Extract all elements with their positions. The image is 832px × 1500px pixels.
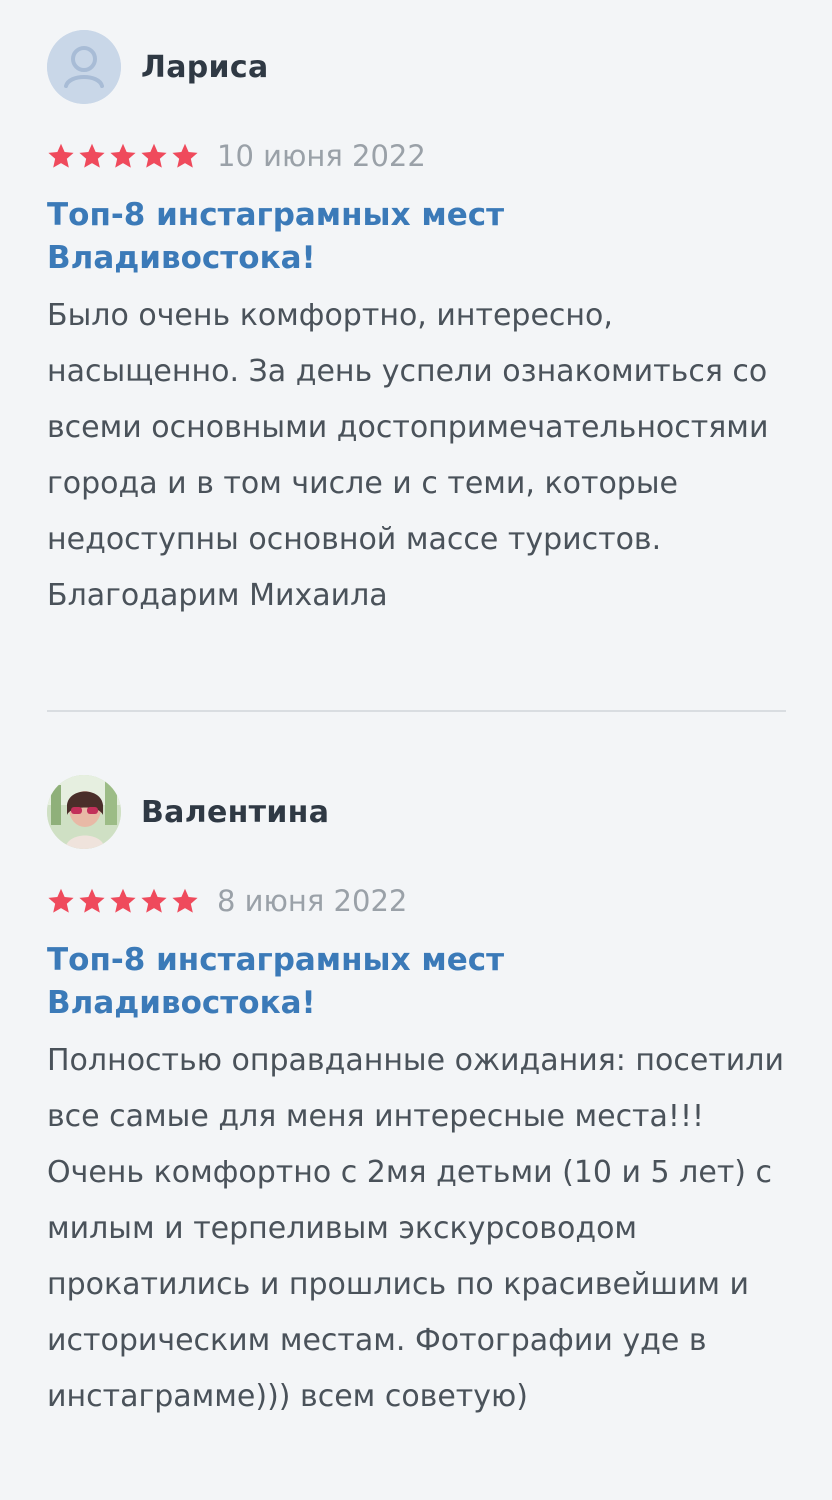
tour-title-link[interactable]: Топ-8 инстаграмных мест Владивостока! bbox=[47, 939, 607, 1025]
star-icon bbox=[172, 888, 198, 913]
reviewer-name[interactable]: Валентина bbox=[141, 795, 329, 830]
reviewer-name[interactable]: Лариса bbox=[141, 50, 268, 85]
review-meta: 10 июня 2022 bbox=[47, 138, 787, 174]
rating-stars bbox=[47, 142, 199, 170]
tour-title-link[interactable]: Топ-8 инстаграмных мест Владивостока! bbox=[47, 194, 607, 280]
review-date: 10 июня 2022 bbox=[217, 139, 426, 173]
star-icon bbox=[48, 888, 74, 913]
review-card: Валентина 8 июня 2022 Топ-8 инстаграмных… bbox=[47, 775, 787, 1425]
star-icon bbox=[79, 888, 105, 913]
avatar[interactable] bbox=[47, 775, 121, 849]
star-icon bbox=[79, 143, 105, 168]
divider bbox=[47, 710, 786, 712]
review-date: 8 июня 2022 bbox=[217, 884, 408, 918]
review-header: Лариса bbox=[47, 30, 787, 104]
review-text: Было очень комфортно, интересно, насыщен… bbox=[47, 298, 769, 613]
review-text: Полностью оправданные ожидания: посетили… bbox=[47, 1043, 784, 1414]
review-header: Валентина bbox=[47, 775, 787, 849]
star-icon bbox=[110, 143, 136, 168]
user-placeholder-icon bbox=[47, 30, 121, 104]
star-icon bbox=[141, 143, 167, 168]
star-icon bbox=[141, 888, 167, 913]
star-icon bbox=[172, 143, 198, 168]
star-icon bbox=[48, 143, 74, 168]
user-photo bbox=[47, 775, 121, 849]
star-icon bbox=[110, 888, 136, 913]
rating-stars bbox=[47, 887, 199, 915]
review-meta: 8 июня 2022 bbox=[47, 883, 787, 919]
avatar[interactable] bbox=[47, 30, 121, 104]
review-card: Лариса 10 июня 2022 Топ-8 инстаграмных м… bbox=[47, 30, 787, 624]
